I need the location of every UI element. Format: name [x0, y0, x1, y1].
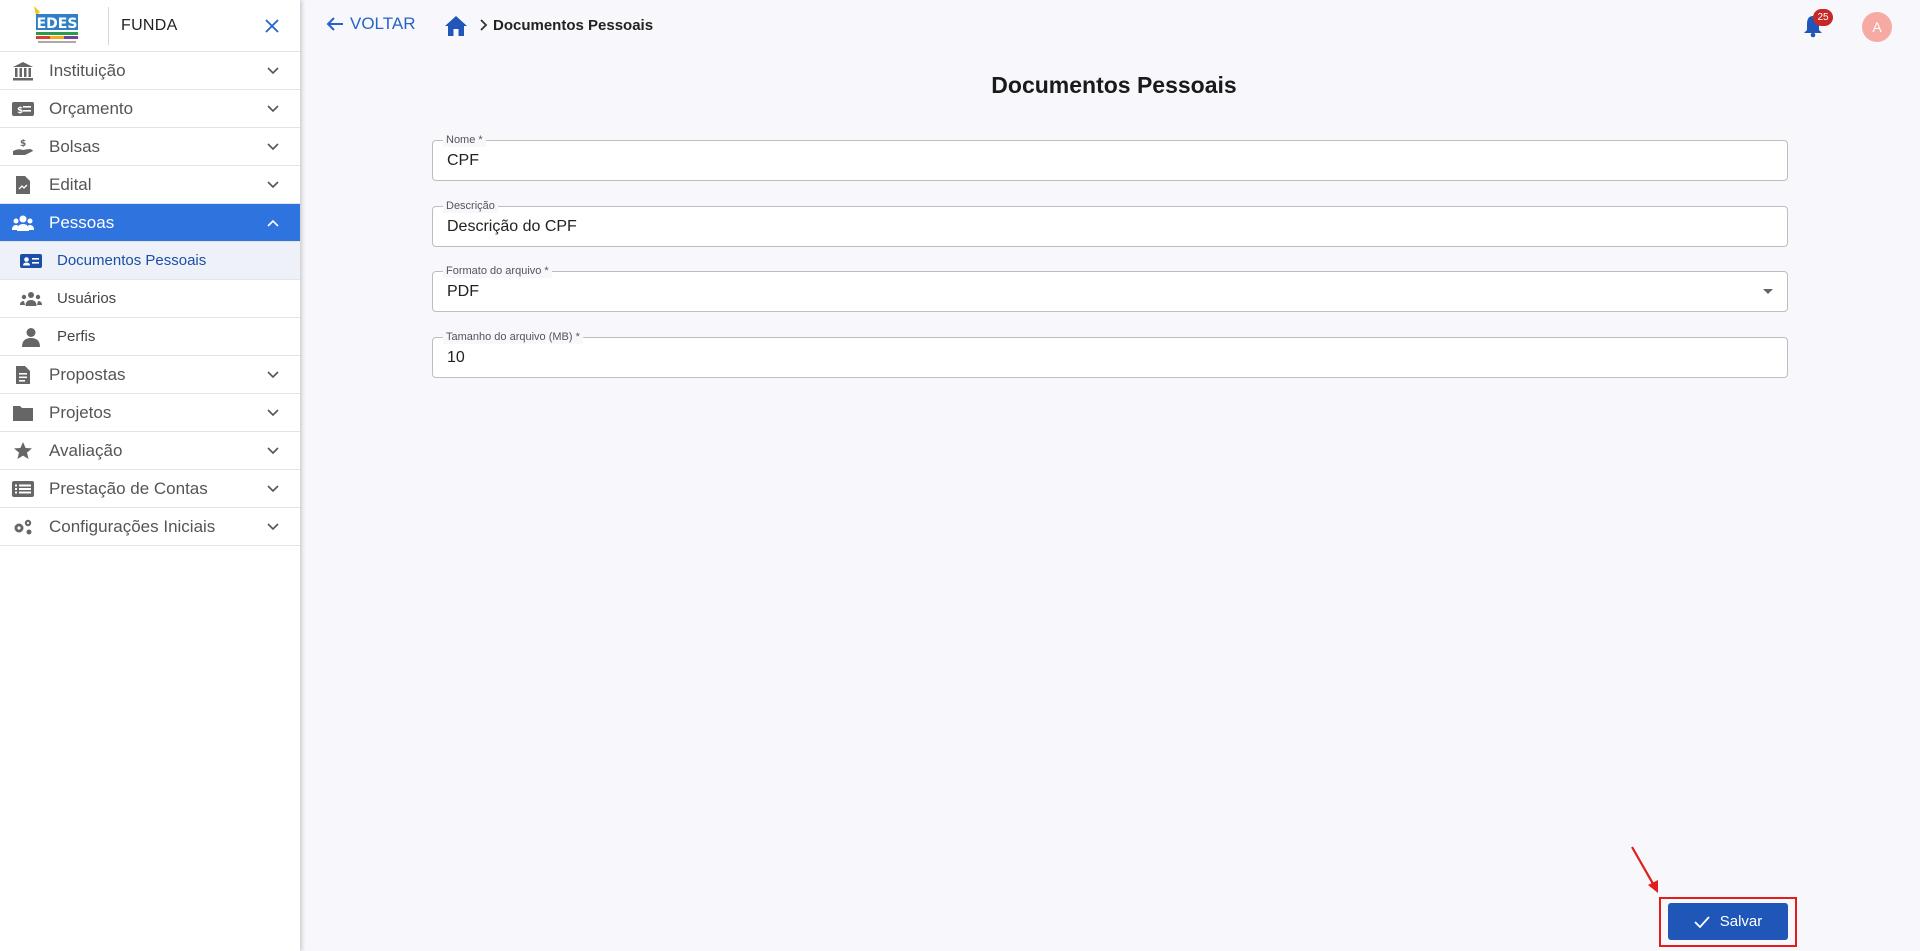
chevron-down-icon [267, 143, 279, 151]
tamanho-input[interactable] [447, 349, 1747, 367]
save-button-label: Salvar [1719, 913, 1763, 930]
sidebar-subitem-label: Usuários [57, 290, 117, 307]
formato-value: PDF [447, 283, 479, 300]
descricao-label: Descrição [443, 199, 498, 213]
top-bar: VOLTAR Documentos Pessoais 25 A [300, 0, 1920, 52]
sidebar-item-instituicao[interactable]: Instituição [0, 52, 300, 90]
sidebar-item-edital[interactable]: Edital [0, 166, 300, 204]
close-sidebar-button[interactable] [262, 16, 282, 36]
svg-text:$: $ [20, 139, 26, 149]
nome-input[interactable] [447, 152, 1747, 170]
notification-badge: 25 [1813, 9, 1833, 26]
save-button[interactable]: Salvar [1668, 903, 1788, 940]
sidebar-item-label: Bolsas [49, 136, 101, 156]
chevron-down-icon [267, 181, 279, 189]
clipboard-icon [11, 363, 35, 387]
svg-text:EDES: EDES [37, 16, 78, 32]
person-icon [19, 325, 43, 349]
nome-label: Nome * [443, 133, 486, 147]
sidebar-subitem-label: Perfis [57, 328, 96, 345]
sidebar-item-orcamento[interactable]: $ Orçamento [0, 90, 300, 128]
tamanho-field[interactable]: Tamanho do arquivo (MB) * [432, 330, 1788, 378]
sidebar-item-label: Propostas [49, 364, 126, 384]
page-title: Documentos Pessoais [991, 72, 1237, 98]
sidebar-subitem-usuarios[interactable]: Usuários [0, 280, 300, 318]
svg-text:$: $ [17, 106, 23, 116]
sidebar-item-label: Instituição [49, 60, 126, 80]
chevron-down-icon [267, 485, 279, 493]
sidebar-item-propostas[interactable]: Propostas [0, 356, 300, 394]
breadcrumb-current: Documentos Pessoais [493, 17, 654, 34]
sidebar-item-label: Configurações Iniciais [49, 516, 216, 536]
chevron-down-icon [267, 371, 279, 379]
home-icon[interactable] [444, 14, 468, 38]
star-icon [11, 439, 35, 463]
folder-icon [11, 401, 35, 425]
document-icon [11, 173, 35, 197]
descricao-field[interactable]: Descrição [432, 199, 1788, 247]
sidebar-item-label: Prestação de Contas [49, 478, 208, 498]
avatar[interactable]: A [1862, 12, 1892, 42]
sidebar-item-label: Avaliação [49, 440, 123, 460]
sidebar-item-projetos[interactable]: Projetos [0, 394, 300, 432]
sidebar-item-prestacao-de-contas[interactable]: Prestação de Contas [0, 470, 300, 508]
check-icon [1694, 915, 1710, 928]
sidebar: EDES FUNDA Instituição $ Orçamento $ Bol… [0, 0, 300, 951]
bank-icon [11, 59, 35, 83]
sidebar-item-label: Edital [49, 174, 92, 194]
people-icon [11, 211, 35, 235]
back-button[interactable]: VOLTAR [326, 14, 416, 34]
formato-select[interactable]: Formato do arquivo * PDF [432, 264, 1788, 312]
arrow-left-icon [326, 17, 343, 31]
sidebar-item-label: Pessoas [49, 212, 115, 232]
back-button-label: VOLTAR [350, 14, 416, 33]
logo: EDES [26, 2, 86, 50]
annotation-arrow [1631, 846, 1658, 893]
header-divider [108, 6, 109, 45]
chevron-down-icon [267, 523, 279, 531]
caret-down-icon [1763, 289, 1773, 294]
sidebar-item-configuracoes-iniciais[interactable]: Configurações Iniciais [0, 508, 300, 546]
chevron-down-icon [267, 105, 279, 113]
sidebar-item-avaliacao[interactable]: Avaliação [0, 432, 300, 470]
nome-field[interactable]: Nome * [432, 133, 1788, 181]
hand-coin-icon: $ [11, 135, 35, 159]
chevron-down-icon [267, 409, 279, 417]
gears-icon [11, 515, 35, 539]
formato-label: Formato do arquivo * [443, 264, 552, 278]
sidebar-header: EDES FUNDA [0, 0, 300, 52]
descricao-input[interactable] [447, 218, 1747, 236]
sidebar-item-bolsas[interactable]: $ Bolsas [0, 128, 300, 166]
chevron-down-icon [267, 447, 279, 455]
sidebar-subitem-perfis[interactable]: Perfis [0, 318, 300, 356]
close-icon [265, 19, 279, 33]
sidebar-item-label: Projetos [49, 402, 112, 422]
chevron-up-icon [267, 219, 279, 227]
money-icon: $ [11, 97, 35, 121]
sidebar-subitem-documentos-pessoais[interactable]: Documentos Pessoais [0, 242, 300, 280]
sidebar-item-pessoas[interactable]: Pessoas [0, 204, 300, 242]
users-icon [19, 287, 43, 311]
chevron-down-icon [267, 67, 279, 75]
id-card-icon [19, 249, 43, 273]
sidebar-item-label: Orçamento [49, 98, 134, 118]
brand-name: FUNDA [121, 16, 178, 34]
sidebar-subitem-label: Documentos Pessoais [57, 252, 207, 269]
chevron-right-icon [480, 19, 488, 31]
tamanho-label: Tamanho do arquivo (MB) * [443, 330, 583, 344]
list-icon [11, 477, 35, 501]
